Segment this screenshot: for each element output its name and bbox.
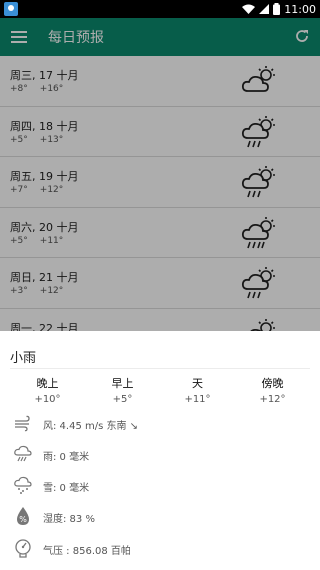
pressure-icon (15, 539, 31, 558)
snow-detail: 雪: 0 毫米 (0, 475, 320, 499)
svg-text:%: % (19, 515, 27, 524)
wind-text: 风: 4.45 m/s 东南 ↘ (43, 421, 139, 432)
humidity-text: 湿度: 83 % (43, 514, 95, 525)
battery-icon (273, 3, 281, 15)
humidity-icon: % (17, 507, 29, 525)
snow-icon (14, 476, 32, 494)
detail-title: 小雨 (10, 351, 37, 366)
period-temp: +12° (259, 394, 286, 405)
rain-text: 雨: 0 毫米 (43, 452, 90, 463)
snow-text: 雪: 0 毫米 (43, 483, 90, 494)
wind-icon (15, 415, 30, 432)
period-evening: 傍晚 +12° (235, 375, 310, 405)
modal-overlay[interactable] (0, 18, 320, 331)
status-bar: 11:00 (0, 0, 320, 18)
period-label: 傍晚 (261, 377, 284, 390)
pressure-detail: 气压 : 856.08 百帕 (0, 538, 320, 562)
humidity-detail: % 湿度: 83 % (0, 506, 320, 530)
period-temp: +11° (184, 394, 211, 405)
rain-icon (14, 445, 32, 462)
period-temp: +10° (34, 394, 61, 405)
app-icon (4, 2, 18, 16)
period-temp: +5° (112, 394, 133, 405)
period-morning: 早上 +5° (85, 375, 160, 405)
period-day: 天 +11° (160, 375, 235, 405)
status-time: 11:00 (284, 2, 316, 16)
period-label: 晚上 (36, 377, 59, 390)
period-label: 天 (192, 377, 203, 390)
period-night: 晚上 +10° (10, 375, 85, 405)
signal-icon (259, 4, 270, 14)
rain-detail: 雨: 0 毫米 (0, 444, 320, 468)
divider (10, 368, 310, 369)
period-temperatures: 晚上 +10° 早上 +5° 天 +11° 傍晚 +12° (10, 375, 310, 409)
pressure-text: 气压 : 856.08 百帕 (43, 546, 131, 557)
day-detail-sheet: 小雨 晚上 +10° 早上 +5° 天 +11° 傍晚 +12° 风: 4.45… (0, 331, 320, 570)
wind-detail: 风: 4.45 m/s 东南 ↘ (0, 413, 320, 437)
period-label: 早上 (111, 377, 134, 390)
wifi-icon (242, 4, 256, 14)
